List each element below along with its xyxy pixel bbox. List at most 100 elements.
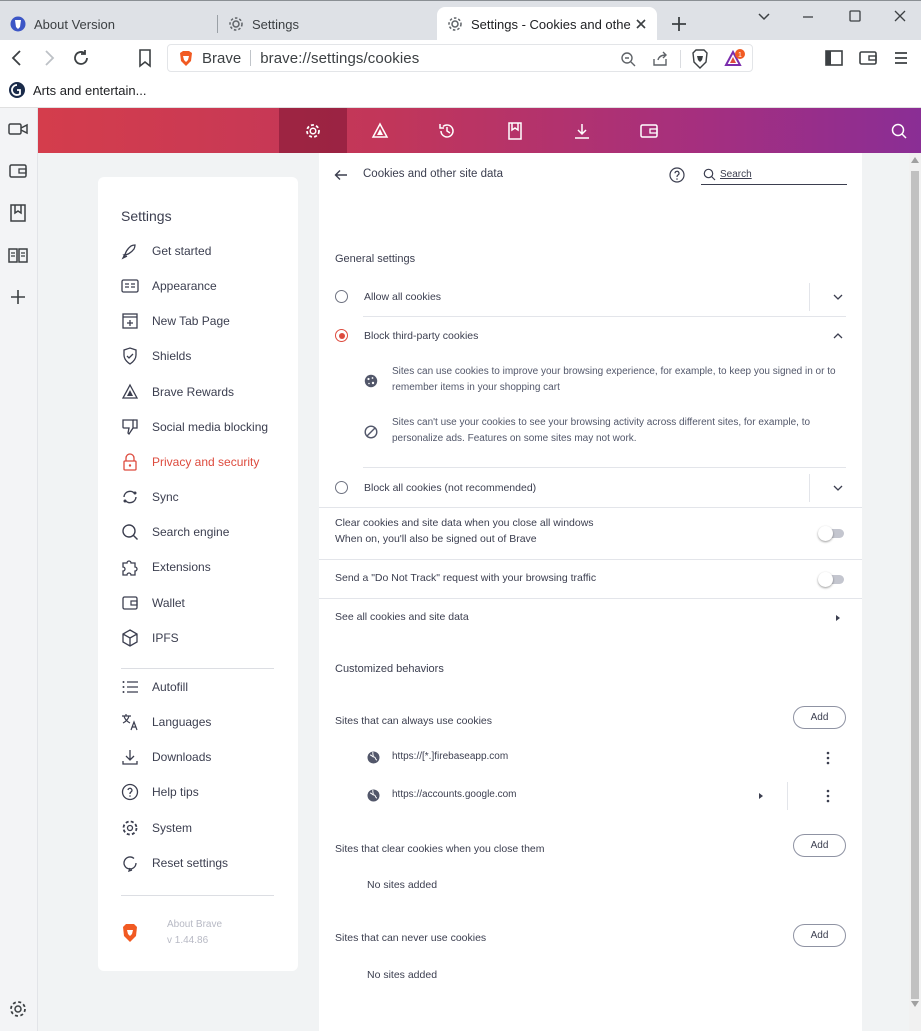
nav-item-reset-settings[interactable]: Reset settings: [121, 852, 228, 874]
nav-item-autofill[interactable]: Autofill: [121, 676, 188, 698]
globe-icon: [367, 751, 380, 764]
minimize-icon[interactable]: [796, 7, 820, 27]
add-always-allow-button[interactable]: Add: [793, 706, 846, 729]
nav-item-system[interactable]: System: [121, 817, 192, 839]
block-third-party-radio[interactable]: [335, 329, 348, 342]
do-not-track-row[interactable]: Send a "Do Not Track" request with your …: [335, 565, 846, 595]
row-divider: [809, 283, 810, 311]
shield-check-icon: [123, 347, 137, 365]
nav-item-wallet[interactable]: Wallet: [121, 592, 185, 614]
nav-item-shields[interactable]: Shields: [121, 345, 191, 367]
omnibox-url[interactable]: brave://settings/cookies: [260, 50, 419, 67]
settings-search[interactable]: [701, 165, 847, 185]
nav-item-social-media-blocking[interactable]: Social media blocking: [121, 416, 268, 438]
bookmark-item[interactable]: Arts and entertain...: [8, 81, 146, 99]
nav-item-label: Appearance: [152, 279, 217, 293]
bookmarks-icon[interactable]: [504, 120, 526, 142]
share-icon[interactable]: [652, 51, 669, 67]
nav-item-label: New Tab Page: [152, 314, 230, 328]
settings-nav: Settings Get started Appearance New Tab …: [98, 177, 298, 971]
sidebar-settings-gear-icon[interactable]: [7, 998, 29, 1020]
new-tab-plus-icon[interactable]: [668, 13, 690, 35]
window-close-icon[interactable]: [888, 7, 912, 27]
nav-item-sync[interactable]: Sync: [121, 486, 179, 508]
add-never-allow-button[interactable]: Add: [793, 924, 846, 947]
more-actions-icon[interactable]: [822, 789, 834, 803]
scroll-up-arrow[interactable]: [911, 157, 919, 163]
nav-item-languages[interactable]: Languages: [121, 711, 211, 733]
chevron-down-icon[interactable]: [832, 482, 844, 494]
reload-icon[interactable]: [70, 47, 92, 69]
scrollbar[interactable]: [909, 153, 921, 1031]
scroll-thumb[interactable]: [911, 171, 919, 999]
wallet-icon[interactable]: [638, 120, 660, 142]
gear-icon: [122, 820, 138, 836]
about-brave[interactable]: About Brave v 1.44.86: [121, 917, 222, 949]
list-icon: [122, 681, 138, 693]
wallet-icon[interactable]: [7, 160, 29, 182]
nav-item-search-engine[interactable]: Search engine: [121, 521, 229, 543]
tab-label: About Version: [34, 16, 115, 32]
sync-icon: [123, 490, 137, 504]
chevron-right-icon[interactable]: [832, 612, 844, 624]
help-icon[interactable]: [669, 167, 685, 183]
back-arrow-icon[interactable]: [333, 167, 349, 183]
nav-item-new-tab-page[interactable]: New Tab Page: [121, 310, 230, 332]
chevron-down-icon[interactable]: [832, 291, 844, 303]
brave-rewards-icon[interactable]: 1: [724, 49, 746, 69]
tab-search-chevron-icon[interactable]: [752, 7, 776, 27]
scroll-down-arrow[interactable]: [911, 1001, 919, 1007]
tab-settings-cookies[interactable]: Settings - Cookies and other s: [437, 7, 657, 41]
reading-list-icon[interactable]: [7, 244, 29, 266]
block-all-radio[interactable]: [335, 481, 348, 494]
clear-on-close-title: Sites that clear cookies when you close …: [335, 843, 545, 855]
wallet-icon[interactable]: [857, 47, 879, 69]
nav-item-get-started[interactable]: Get started: [121, 240, 211, 262]
allow-all-cookies-row[interactable]: Allow all cookies: [335, 282, 846, 312]
chevron-right-icon[interactable]: [755, 790, 767, 802]
block-all-cookies-row[interactable]: Block all cookies (not recommended): [335, 473, 846, 503]
nav-item-brave-rewards[interactable]: Brave Rewards: [121, 381, 234, 403]
nav-item-privacy-and-security[interactable]: Privacy and security: [121, 451, 259, 473]
settings-gear-icon[interactable]: [302, 120, 324, 142]
bookmark-icon[interactable]: [134, 47, 156, 69]
downloads-icon[interactable]: [571, 120, 593, 142]
tab-settings[interactable]: Settings: [218, 7, 436, 41]
sidebar-toggle-icon[interactable]: [823, 47, 845, 69]
nav-item-help-tips[interactable]: Help tips: [121, 781, 199, 803]
see-all-cookies-row[interactable]: See all cookies and site data: [335, 605, 846, 629]
block-third-party-detail-2: Sites can't use your cookies to see your…: [392, 417, 811, 444]
clear-on-exit-row[interactable]: Clear cookies and site data when you clo…: [335, 515, 846, 555]
add-clear-on-close-button[interactable]: Add: [793, 834, 846, 857]
nav-item-extensions[interactable]: Extensions: [121, 556, 211, 578]
chevron-up-icon[interactable]: [832, 330, 844, 342]
nav-item-appearance[interactable]: Appearance: [121, 275, 217, 297]
do-not-track-toggle[interactable]: [818, 572, 844, 587]
rewards-triangle-icon[interactable]: [369, 120, 391, 142]
header-search-icon[interactable]: [888, 120, 910, 142]
more-actions-icon[interactable]: [822, 751, 834, 765]
clear-on-exit-toggle[interactable]: [818, 526, 844, 541]
bookmarks-icon[interactable]: [7, 202, 29, 224]
tab-about-version[interactable]: About Version: [0, 7, 216, 41]
maximize-icon[interactable]: [843, 7, 867, 27]
nav-item-ipfs[interactable]: IPFS: [121, 627, 179, 649]
menu-icon[interactable]: [890, 47, 912, 69]
nav-item-downloads[interactable]: Downloads: [121, 746, 211, 768]
block-third-party-row[interactable]: Block third-party cookies: [335, 321, 846, 351]
back-icon[interactable]: [6, 47, 28, 69]
add-panel-plus-icon[interactable]: [7, 286, 29, 308]
nav-item-label: Search engine: [152, 525, 230, 539]
omnibox[interactable]: Brave brave://settings/cookies 1: [167, 44, 753, 72]
always-allow-site: https://accounts.google.com: [392, 789, 517, 800]
search-input[interactable]: [720, 169, 840, 180]
brave-shields-icon[interactable]: [691, 49, 709, 69]
close-icon[interactable]: [633, 16, 649, 32]
video-call-icon[interactable]: [7, 118, 29, 140]
nav-item-label: Shields: [152, 349, 192, 363]
history-icon[interactable]: [436, 120, 458, 142]
zoom-icon[interactable]: [620, 51, 636, 67]
allow-all-radio[interactable]: [335, 290, 348, 303]
forward-icon[interactable]: [38, 47, 60, 69]
clear-on-exit-subtitle: When on, you'll also be signed out of Br…: [335, 533, 537, 545]
